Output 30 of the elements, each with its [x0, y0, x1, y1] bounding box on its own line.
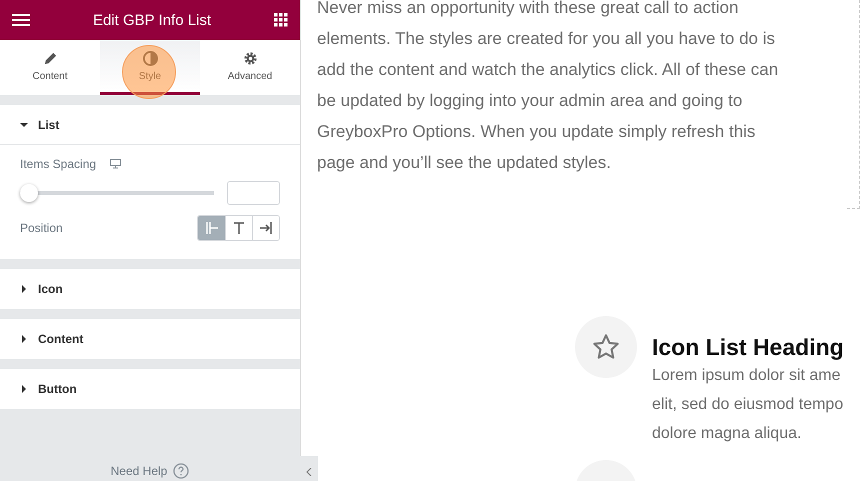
contrast-icon — [142, 50, 158, 66]
control-label: Items Spacing — [20, 157, 96, 171]
control-label: Position — [20, 221, 63, 235]
caret-icon — [20, 285, 28, 293]
align-end-icon — [259, 222, 273, 234]
number-input[interactable] — [227, 181, 280, 205]
panel-title: Edit GBP Info List — [92, 12, 212, 28]
list-text: elit, sed do eiusmod tempo — [652, 395, 844, 415]
gear-icon — [242, 50, 258, 66]
grid-icon[interactable] — [274, 13, 288, 27]
align-start-icon — [204, 222, 218, 234]
star-icon — [592, 333, 620, 361]
caret-icon — [20, 335, 28, 343]
align-top-icon — [233, 222, 245, 234]
list-heading: Icon List Heading — [652, 334, 844, 361]
caret-icon — [20, 120, 28, 128]
body-paragraph: Never miss an opportunity with these great call to action elements. The styles are created for you all you have to do is add the content and watch the analytics click. All of these can be updated by logging into your admin area and going to GreyboxPro Options. When you update simply refresh this page and you’ll see the updated styles. — [317, 0, 780, 174]
menu-icon[interactable] — [12, 13, 30, 27]
slider-thumb[interactable] — [20, 184, 38, 202]
help-link[interactable]: Need Help — [110, 464, 168, 478]
click-highlight — [122, 45, 176, 99]
collapse-handle[interactable] — [300, 456, 318, 481]
desktop-icon — [110, 159, 122, 169]
pencil-icon — [42, 50, 58, 66]
position-option[interactable] — [252, 216, 279, 240]
caret-icon — [20, 385, 28, 393]
list-text: dolore magna aliqua. — [652, 424, 802, 444]
help-icon[interactable] — [173, 463, 190, 479]
list-text: Lorem ipsum dolor sit ame — [652, 366, 842, 386]
chevron-icon — [306, 468, 312, 476]
